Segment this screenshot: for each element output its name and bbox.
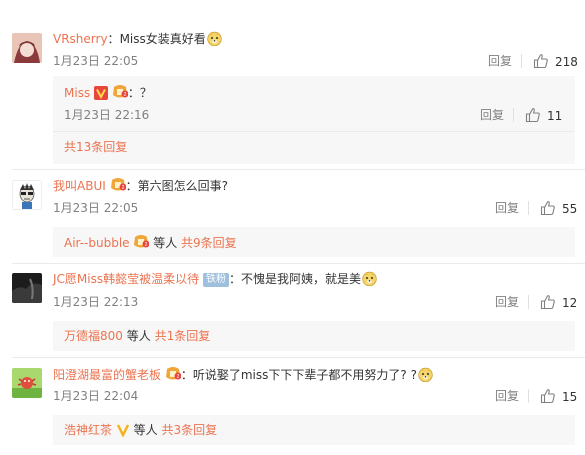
action-divider <box>521 54 522 68</box>
avatar[interactable] <box>12 368 42 398</box>
reply-summary: 万德福800 等人 共1条回复 <box>64 328 210 344</box>
others-text: 等人 <box>133 423 158 437</box>
vip-badge-icon <box>134 235 150 248</box>
thumb-up-icon <box>540 389 555 404</box>
comment-divider <box>12 263 585 264</box>
doge-emoji <box>362 271 377 286</box>
others-text: 等人 <box>153 236 178 250</box>
comment-text: 不愧是我阿姨，就是美 <box>240 272 361 286</box>
reply-summary-box[interactable]: 浩神红茶 等人 共3条回复 <box>53 415 575 445</box>
view-all-replies-link[interactable]: 共3条回复 <box>162 423 218 437</box>
username-link[interactable]: VRsherry <box>53 32 108 46</box>
thumb-up-icon <box>540 201 555 216</box>
reply-button[interactable]: 回复 <box>495 294 519 310</box>
view-all-replies-link[interactable]: 共1条回复 <box>155 329 211 343</box>
reply-button[interactable]: 回复 <box>480 107 504 123</box>
separator: ： <box>228 272 241 286</box>
comment-time: 1月23日 22:05 <box>53 54 139 68</box>
vip-badge-icon <box>165 367 181 380</box>
separator: ： <box>125 179 138 193</box>
user-avatar-image <box>12 180 42 210</box>
others-text: 等人 <box>126 329 151 343</box>
separator: ： <box>127 86 140 100</box>
comment-text: Miss女装真好看 <box>119 32 206 46</box>
thumb-up-icon <box>540 295 555 310</box>
comment-body: 阳澄湖最富的蟹老板 ：听说娶了miss下下下辈子都不用努力了? ? <box>53 366 434 383</box>
comment-body: VRsherry：Miss女装真好看 <box>53 31 223 47</box>
thumb-up-icon <box>525 108 540 123</box>
user-avatar-image <box>12 273 42 303</box>
sub-reply-box: Miss ：？ 1月23日 22:16 回复 11 共13条回复 <box>53 76 575 164</box>
like-button[interactable]: 218 <box>533 53 578 70</box>
user-avatar-image <box>12 368 42 398</box>
reply-summary-box[interactable]: Air--bubble 等人 共9条回复 <box>53 227 575 257</box>
verified-v-icon <box>94 86 109 100</box>
sub-reply-body: Miss ：？ <box>64 84 152 101</box>
view-all-replies-link[interactable]: 共9条回复 <box>181 236 237 250</box>
vip-badge-icon <box>110 178 126 191</box>
avatar[interactable] <box>12 273 42 303</box>
comment-time: 1月23日 22:05 <box>53 201 139 215</box>
doge-emoji <box>418 367 433 382</box>
user-avatar-image <box>12 33 42 63</box>
separator: ： <box>107 32 120 46</box>
view-all-replies-link[interactable]: 共13条回复 <box>64 139 127 155</box>
thumb-up-icon <box>533 54 548 69</box>
vip-badge-icon <box>112 85 128 98</box>
like-count: 218 <box>555 55 578 69</box>
like-button[interactable]: 12 <box>540 294 577 311</box>
fan-badge-icon: 铁粉 <box>202 273 229 287</box>
like-count: 15 <box>562 390 578 404</box>
comment-time: 1月23日 22:04 <box>53 389 139 403</box>
comment-text: 第六图怎么回事? <box>137 179 228 193</box>
verified-v-icon <box>116 424 129 437</box>
like-button[interactable]: 15 <box>540 388 577 405</box>
comment-body: JC愿Miss韩懿莹被温柔以待 铁粉 ：不愧是我阿姨，就是美 <box>53 271 378 287</box>
sub-divider <box>53 131 575 132</box>
avatar[interactable] <box>12 33 42 63</box>
action-divider <box>513 108 514 122</box>
avatar[interactable] <box>12 180 42 210</box>
like-count: 12 <box>562 296 578 310</box>
replier-link[interactable]: Air--bubble <box>64 236 130 250</box>
reply-button[interactable]: 回复 <box>495 200 519 216</box>
username-link[interactable]: Miss <box>64 86 90 100</box>
reply-summary: 浩神红茶 等人 共3条回复 <box>64 422 217 438</box>
like-count: 11 <box>547 109 563 123</box>
username-link[interactable]: 阳澄湖最富的蟹老板 <box>53 368 161 382</box>
comment-divider <box>12 357 585 358</box>
sub-reply-time: 1月23日 22:16 <box>64 108 150 122</box>
like-count: 55 <box>562 202 578 216</box>
reply-summary: Air--bubble 等人 共9条回复 <box>64 234 237 251</box>
action-divider <box>528 201 529 215</box>
doge-emoji <box>206 31 222 46</box>
comment-body: 我叫ABUI ：第六图怎么回事? <box>53 177 228 194</box>
comment-divider <box>12 169 585 170</box>
reply-button[interactable]: 回复 <box>488 53 512 69</box>
comment-text: 听说娶了miss下下下辈子都不用努力了? ? <box>192 368 417 382</box>
reply-summary-box[interactable]: 万德福800 等人 共1条回复 <box>53 321 575 351</box>
reply-button[interactable]: 回复 <box>495 388 519 404</box>
like-button[interactable]: 11 <box>525 107 562 124</box>
like-button[interactable]: 55 <box>540 200 577 217</box>
action-divider <box>528 295 529 309</box>
replier-link[interactable]: 浩神红茶 <box>64 423 112 437</box>
replier-link[interactable]: 万德福800 <box>64 329 123 343</box>
comment-text: ？ <box>139 86 152 100</box>
separator: ： <box>180 368 193 382</box>
action-divider <box>528 389 529 403</box>
username-link[interactable]: 我叫ABUI <box>53 179 106 193</box>
comment-time: 1月23日 22:13 <box>53 295 139 309</box>
username-link[interactable]: JC愿Miss韩懿莹被温柔以待 <box>53 272 199 286</box>
